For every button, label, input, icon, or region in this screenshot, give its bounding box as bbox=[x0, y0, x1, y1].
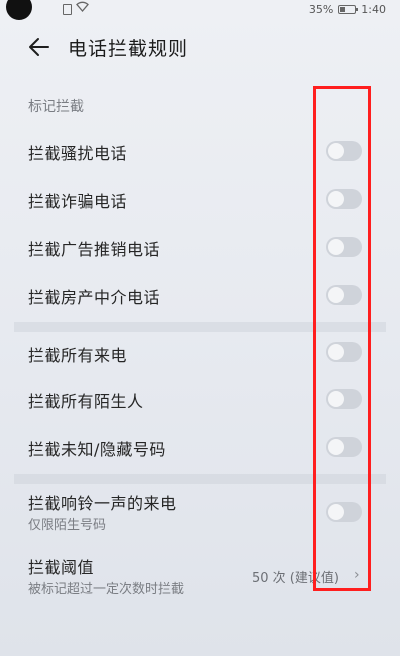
header: 电话拦截规则 bbox=[0, 26, 400, 70]
battery-icon bbox=[338, 5, 359, 14]
clock: 1:40 bbox=[361, 3, 386, 16]
status-bar: 35% 1:40 bbox=[0, 0, 400, 22]
camera-cutout bbox=[6, 0, 32, 20]
row-label: 拦截未知/隐藏号码 bbox=[28, 440, 166, 459]
phone-screen: 35% 1:40 电话拦截规则 标记拦截 拦截骚扰电话 拦截诈骗电话 拦截广告推… bbox=[0, 0, 400, 656]
section-label: 标记拦截 bbox=[28, 99, 84, 115]
row-label: 拦截房产中介电话 bbox=[28, 288, 161, 307]
row-sublabel: 仅限陌生号码 bbox=[28, 518, 107, 533]
row-sublabel: 被标记超过一定次数时拦截 bbox=[28, 582, 185, 597]
page-title: 电话拦截规则 bbox=[68, 38, 189, 60]
back-arrow-icon[interactable] bbox=[28, 36, 50, 58]
row-label: 拦截骚扰电话 bbox=[28, 144, 128, 163]
row-label: 拦截诈骗电话 bbox=[28, 192, 128, 211]
highlight-box bbox=[313, 86, 371, 591]
wifi-icon bbox=[76, 1, 89, 15]
sim-icon bbox=[63, 4, 72, 15]
row-label: 拦截响铃一声的来电 bbox=[28, 494, 177, 513]
row-label: 拦截阈值 bbox=[28, 558, 95, 577]
row-label: 拦截所有来电 bbox=[28, 346, 128, 365]
row-label: 拦截广告推销电话 bbox=[28, 240, 161, 259]
battery-percent: 35% bbox=[308, 3, 334, 16]
row-label: 拦截所有陌生人 bbox=[28, 392, 144, 411]
